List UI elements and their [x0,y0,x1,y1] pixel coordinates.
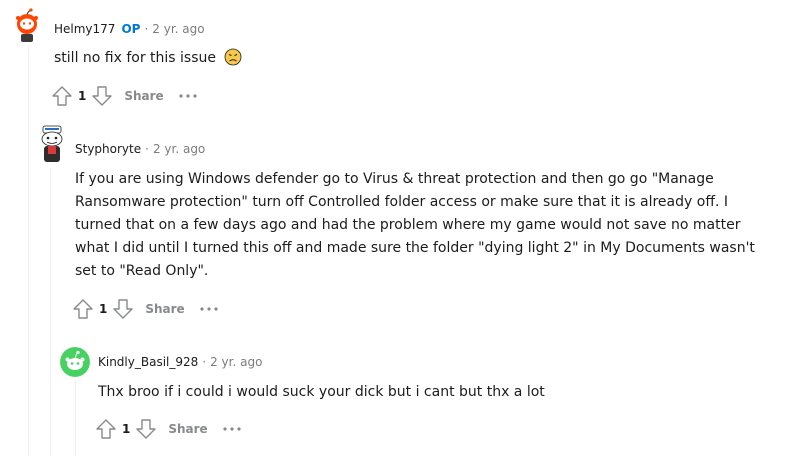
username[interactable]: Kindly_Basil_928 [98,355,198,369]
vote-count: 1 [99,302,108,316]
avatar[interactable] [12,8,42,42]
thread-line[interactable] [50,168,51,456]
timestamp[interactable]: 2 yr. ago [210,355,262,369]
timestamp[interactable]: 2 yr. ago [153,142,205,156]
comment-body: Thx broo if i could i would suck your di… [98,384,545,400]
share-button[interactable]: Share [124,89,163,103]
share-button[interactable]: Share [168,422,207,436]
username[interactable]: Helmy177 [54,22,115,36]
downvote-button[interactable] [90,84,114,108]
upvote-arrow-icon [96,419,116,439]
upvote-arrow-icon [73,299,93,319]
thread-line[interactable] [28,46,29,456]
snoo-avatar-icon [60,347,90,377]
share-button[interactable]: Share [145,302,184,316]
ellipsis-icon [179,94,197,98]
upvote-button[interactable] [50,84,74,108]
downvote-arrow-icon [92,86,113,106]
downvote-button[interactable] [111,297,135,321]
separator: · [202,355,207,369]
avatar[interactable] [36,124,68,164]
ellipsis-icon [223,427,241,431]
avatar[interactable] [60,347,90,377]
separator: · [144,22,149,36]
timestamp[interactable]: 2 yr. ago [152,22,204,36]
ellipsis-icon [200,307,218,311]
more-options-button[interactable] [199,301,219,317]
op-badge: OP [121,22,141,36]
vote-count: 1 [78,89,87,103]
separator: · [145,142,149,156]
more-options-button[interactable] [178,88,198,104]
username[interactable]: Styphoryte [75,142,141,156]
upvote-arrow-icon [52,86,72,106]
comment-body: still no fix for this issue [54,50,217,66]
upvote-button[interactable] [71,297,95,321]
more-options-button[interactable] [222,421,242,437]
downvote-arrow-icon [136,419,157,439]
upvote-button[interactable] [94,417,118,441]
snoo-avatar-icon [16,8,38,42]
vote-count: 1 [122,422,131,436]
snoo-avatar-icon [41,125,63,162]
downvote-arrow-icon [113,299,134,319]
downvote-button[interactable] [134,417,158,441]
thread-line[interactable] [75,380,76,456]
comment-body: If you are using Windows defender go to … [75,171,755,279]
disappointed-face-emoji-icon [224,48,242,74]
